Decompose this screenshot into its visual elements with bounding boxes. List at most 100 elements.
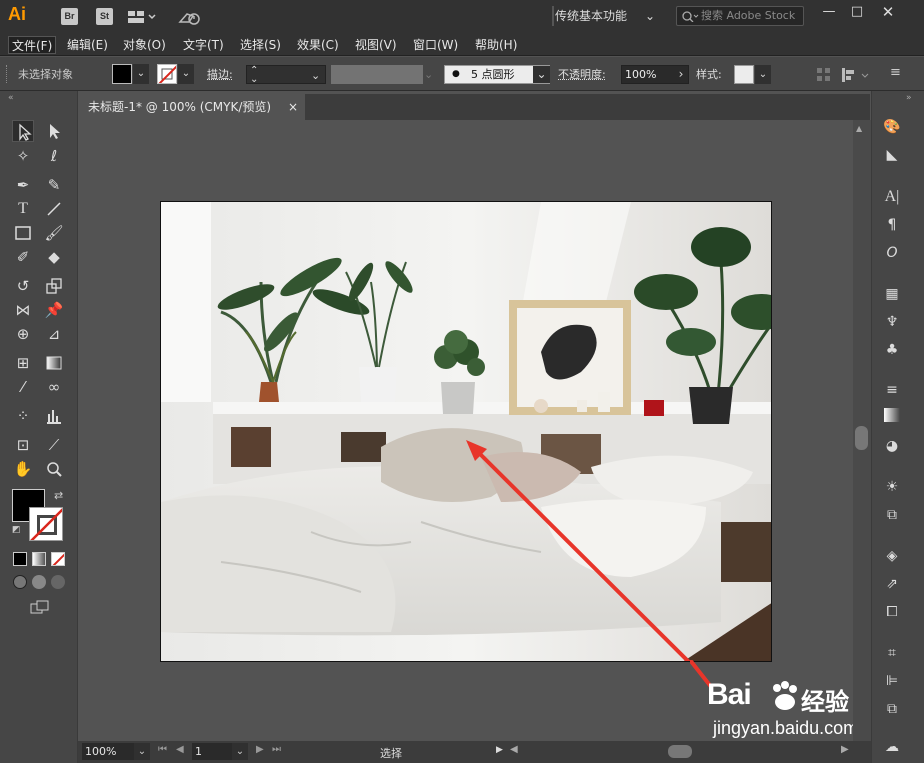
stroke-dropdown[interactable]: ⌄ [178,64,194,84]
stroke-weight-field[interactable]: ⌃ ⌄ ⌄ [246,65,326,85]
type-tool[interactable]: T [12,198,34,220]
pen-tool[interactable]: ✒ [12,174,34,196]
stroke-label[interactable]: 描边: [207,65,233,84]
arrange-documents-button[interactable] [128,9,156,25]
menu-edit[interactable]: 编辑(E) [64,36,111,54]
gradient-tool[interactable] [43,352,65,374]
line-segment-tool[interactable] [43,198,65,220]
collapse-panel-icon[interactable]: « [8,93,14,103]
symbols-panel-button[interactable]: ♣ [880,339,904,361]
blend-tool[interactable]: ∞ [43,376,65,398]
color-guide-panel-button[interactable]: ◣ [880,144,904,166]
paragraph-panel-button[interactable]: ¶ [880,214,904,236]
shaper-tool[interactable]: ✐ [12,246,34,268]
previous-artboard-button[interactable]: ◀ [176,744,184,755]
gradient-panel-button[interactable] [880,407,904,429]
menu-type[interactable]: 文字(T) [180,36,227,54]
style-swatch[interactable] [734,65,754,84]
stroke-panel-button[interactable]: ≡ [880,379,904,401]
scale-tool[interactable] [43,275,65,297]
last-artboard-button[interactable]: ⏭ [272,744,281,755]
eraser-tool[interactable]: ◆ [43,246,65,268]
vertical-scrollbar[interactable]: ▲ [853,120,871,741]
paintbrush-tool[interactable]: 🖌 [43,222,65,244]
workspace-switcher[interactable]: 传统基本功能 ⌄ [555,6,660,27]
curvature-tool[interactable]: ✎ [43,174,65,196]
mesh-tool[interactable]: ⊞ [12,352,34,374]
close-tab-icon[interactable]: × [288,94,298,120]
artboard[interactable] [160,201,772,662]
menu-file[interactable]: 文件(F) [8,36,57,54]
appearance-panel-button[interactable]: ☀ [880,476,904,498]
scroll-thumb[interactable] [855,426,868,450]
zoom-dropdown[interactable]: ⌄ [134,743,150,760]
fill-swatch[interactable] [112,64,132,84]
stroke-color-swatch[interactable] [29,507,63,541]
first-artboard-button[interactable]: ⏮ [158,744,167,755]
zoom-field[interactable]: 100% [82,743,134,760]
asset-export-panel-button[interactable]: ⇗ [880,573,904,595]
artboard-dropdown[interactable]: ⌄ [232,743,248,760]
bridge-button[interactable]: Br [61,8,78,25]
scroll-up-icon[interactable]: ▲ [856,124,862,133]
artboard-number-field[interactable]: 1 [192,743,232,760]
rectangle-tool[interactable] [12,222,34,244]
swap-colors-icon[interactable]: ⇄ [54,489,63,502]
width-tool[interactable]: ⋈ [12,299,34,321]
panel-menu-icon[interactable]: ≡ [890,65,904,83]
document-tab[interactable]: 未标题-1* @ 100% (CMYK/预览) × [78,94,305,120]
artboards-panel-button[interactable]: ⧠ [880,601,904,623]
fill-dropdown[interactable]: ⌄ [133,64,149,84]
artboard-tool[interactable]: ⊡ [12,434,34,456]
collapse-dock-icon[interactable]: » [906,93,912,103]
scroll-left-icon[interactable]: ◀ [510,744,518,755]
horizontal-scroll-thumb[interactable] [668,745,692,758]
transform-panel-button[interactable]: ⌗ [880,642,904,664]
shape-builder-tool[interactable]: ⊕ [12,323,34,345]
default-colors-icon[interactable]: ◩ [12,525,21,535]
character-panel-button[interactable]: A| [880,186,904,208]
gradient-mode-button[interactable] [32,552,46,566]
scroll-right-icon[interactable]: ▶ [841,744,849,755]
style-dropdown[interactable]: ⌄ [755,65,771,84]
minimize-button[interactable]: — [817,3,841,21]
cc-libraries-panel-button[interactable]: ☁ [880,736,904,758]
stock-button[interactable]: St [96,8,113,25]
direct-selection-tool[interactable] [43,120,65,142]
hand-tool[interactable]: ✋ [12,458,34,480]
graphic-styles-panel-button[interactable]: ⧉ [880,504,904,526]
gpu-performance-button[interactable] [177,8,203,26]
align-panel-button[interactable]: ⊫ [880,670,904,692]
opentype-panel-button[interactable]: O [880,242,904,264]
puppet-warp-tool[interactable]: 📌 [43,299,65,321]
color-mode-button[interactable] [13,552,27,566]
brushes-panel-button[interactable]: ♆ [880,311,904,333]
lasso-tool[interactable]: ℓ [43,145,65,167]
maximize-button[interactable]: □ [845,3,869,21]
draw-behind-button[interactable] [32,575,46,589]
none-mode-button[interactable] [51,552,65,566]
stock-search-input[interactable]: 搜索 Adobe Stock [676,6,804,26]
swatches-panel-button[interactable]: ▦ [880,283,904,305]
draw-normal-button[interactable] [13,575,27,589]
align-icon[interactable] [816,67,832,83]
menu-view[interactable]: 视图(V) [352,36,400,54]
variable-width-profile[interactable] [331,65,423,84]
selection-tool[interactable] [12,120,34,142]
color-panel-button[interactable]: 🎨 [880,116,904,138]
brush-definition[interactable]: ● 5 点圆形 ⌄ [444,65,550,84]
next-artboard-button[interactable]: ▶ [256,744,264,755]
transform-icon[interactable] [840,66,874,84]
close-window-button[interactable]: ✕ [876,3,900,21]
symbol-sprayer-tool[interactable]: ⁘ [12,405,34,427]
draw-inside-button[interactable] [51,575,65,589]
layers-panel-button[interactable]: ◈ [880,545,904,567]
magic-wand-tool[interactable]: ✧ [12,145,34,167]
eyedropper-tool[interactable]: ⁄ [12,376,34,398]
opacity-field[interactable]: 100% › [621,65,689,84]
rotate-tool[interactable]: ↺ [12,275,34,297]
perspective-grid-tool[interactable]: ⊿ [43,323,65,345]
slice-tool[interactable]: ⟋ [43,434,65,456]
menu-effect[interactable]: 效果(C) [294,36,342,54]
transparency-panel-button[interactable]: ◕ [880,435,904,457]
